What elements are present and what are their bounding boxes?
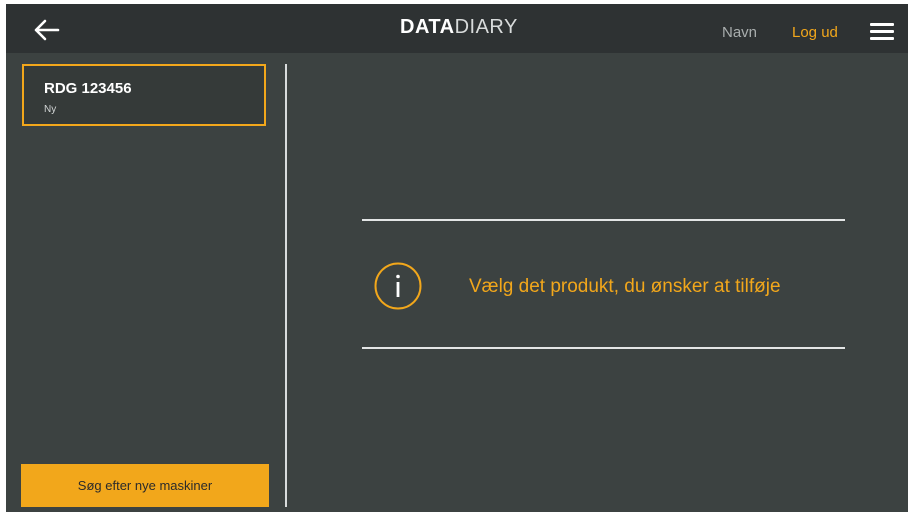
- user-name-link[interactable]: Navn: [722, 24, 757, 41]
- logo-light-text: DIARY: [454, 16, 518, 38]
- machine-card-title: RDG 123456: [44, 80, 132, 97]
- logout-link[interactable]: Log ud: [792, 24, 838, 41]
- machine-card-status: Ny: [44, 104, 57, 115]
- sidebar-divider: [285, 64, 287, 507]
- instruction-message: Vælg det produkt, du ønsker at tilføje: [469, 276, 781, 297]
- info-circle-icon: [374, 262, 422, 310]
- machine-card-selected[interactable]: RDG 123456 Ny: [22, 64, 266, 126]
- logo-bold-text: DATA: [400, 16, 455, 38]
- search-new-machines-button[interactable]: Søg efter nye maskiner: [21, 464, 269, 507]
- hamburger-menu-icon[interactable]: [870, 23, 894, 41]
- top-bar: DATADIARY Navn Log ud: [6, 4, 908, 53]
- app-logo: DATADIARY: [400, 16, 518, 39]
- back-arrow-icon[interactable]: [32, 18, 60, 42]
- top-divider-line: [362, 219, 845, 221]
- bottom-divider-line: [362, 347, 845, 349]
- app-window: DATADIARY Navn Log ud RDG 123456 Ny Søg …: [6, 4, 908, 512]
